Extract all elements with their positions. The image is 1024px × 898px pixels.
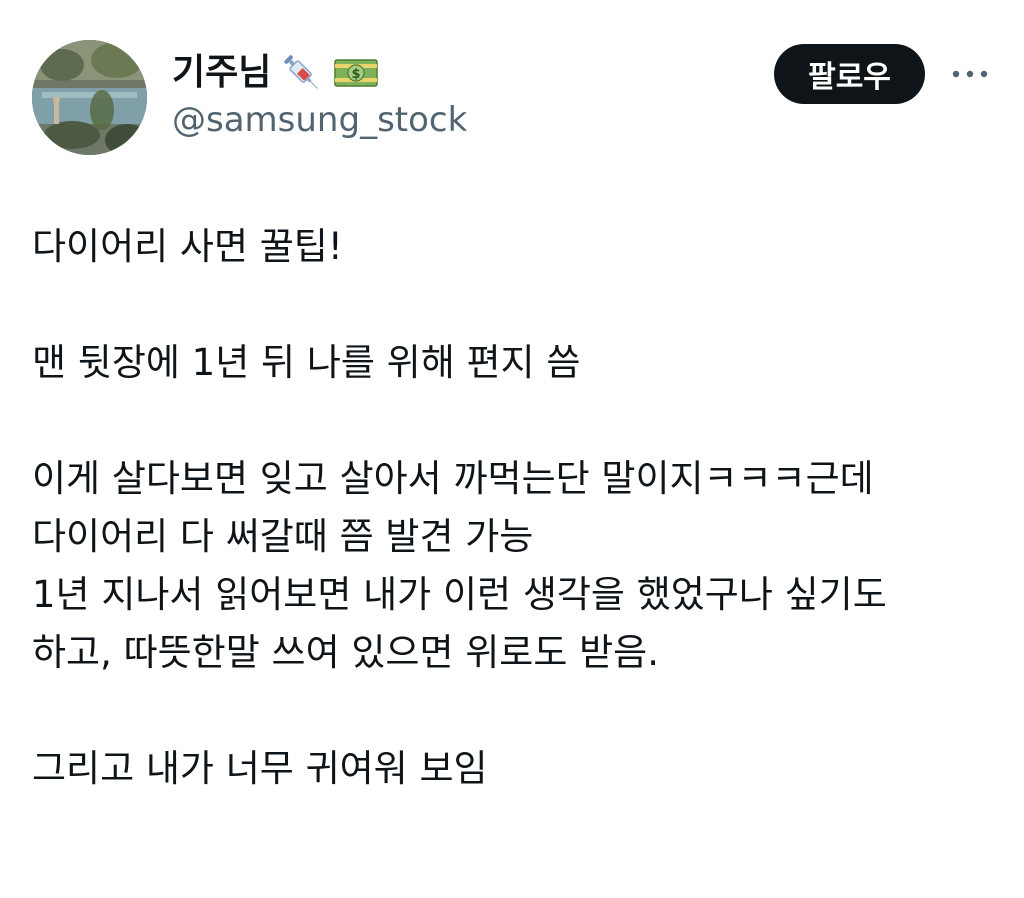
tweet-line: 다이어리 다 써갈때 쯤 발견 가능: [32, 515, 534, 558]
tweet-line: 맨 뒷장에 1년 뒤 나를 위해 편지 씀: [32, 341, 581, 384]
display-name[interactable]: 기주님: [172, 55, 271, 91]
follow-button[interactable]: 팔로우: [774, 44, 925, 104]
tweet-line: 하고, 따뜻한말 쓰여 있으면 위로도 받음.: [32, 631, 659, 674]
svg-text:$: $: [352, 67, 361, 82]
tweet-text: 다이어리 사면 꿀팁! 맨 뒷장에 1년 뒤 나를 위해 편지 씀 이게 살다보…: [32, 218, 992, 798]
syringe-icon: [279, 50, 325, 96]
display-name-row: 기주님 $: [172, 48, 379, 98]
avatar-image: [32, 40, 147, 155]
user-handle[interactable]: @samsung_stock: [172, 101, 467, 139]
avatar[interactable]: [32, 40, 147, 155]
tweet-line: 그리고 내가 너무 귀여워 보임: [32, 747, 488, 790]
dollar-banknote-icon: $: [333, 50, 379, 96]
tweet-line: 다이어리 사면 꿀팁!: [32, 225, 343, 268]
tweet-line: 1년 지나서 읽어보면 내가 이런 생각을 했었구나 싶기도: [32, 573, 887, 616]
more-dots-icon: [952, 70, 988, 78]
more-options-button[interactable]: [946, 56, 994, 92]
tweet-line: 이게 살다보면 잊고 살아서 까먹는단 말이지ㅋㅋㅋ근데: [32, 457, 874, 500]
